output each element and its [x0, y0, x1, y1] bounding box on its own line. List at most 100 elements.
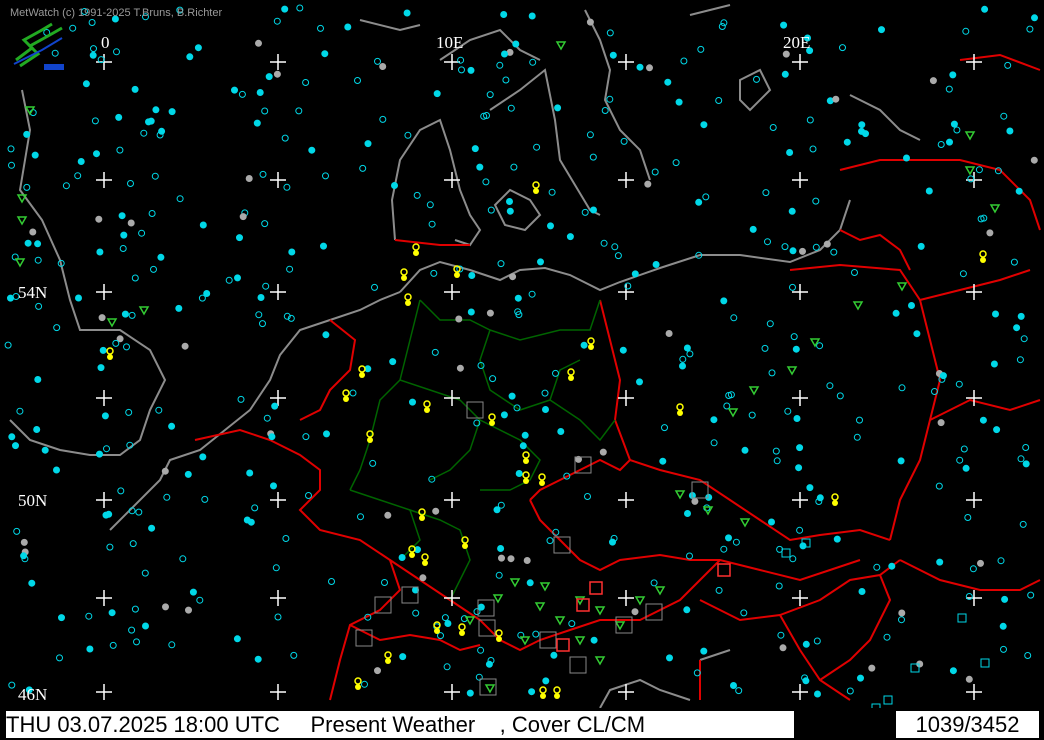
station-circle-icon [502, 76, 510, 84]
station-circle-icon [127, 219, 135, 227]
station-circle-icon [913, 330, 921, 338]
station-circle-icon [631, 608, 639, 616]
station-circle-icon [256, 89, 264, 96]
precip-symbol-icon [654, 586, 666, 596]
precip-symbol-icon [739, 518, 751, 528]
station-circle-icon [20, 538, 28, 546]
graticule-cross [444, 172, 460, 188]
station-circle-icon [691, 497, 699, 505]
station-circle-icon [764, 238, 771, 246]
station-circle-icon [255, 311, 263, 319]
station-circle-icon [96, 450, 103, 458]
station-circle-icon [898, 609, 906, 617]
station-circle-icon [929, 77, 937, 85]
station-circle-icon [148, 210, 156, 217]
graticule-cross [444, 284, 460, 300]
station-circle-icon [199, 453, 207, 461]
status-info: THU 03.07.2025 18:00 UTC Present Weather… [6, 711, 794, 738]
station-circle-icon [897, 457, 905, 465]
station-circle-icon [651, 168, 659, 176]
station-circle-icon [1004, 61, 1012, 69]
station-circle-icon [789, 555, 797, 563]
station-circle-icon [467, 308, 475, 316]
station-circle-icon [147, 117, 155, 125]
station-circle-icon [601, 107, 609, 114]
station-circle-icon [953, 126, 961, 134]
station-circle-icon [993, 426, 1001, 434]
station-circle-icon [88, 19, 96, 26]
precip-symbol-icon [534, 602, 546, 612]
station-circle-icon [500, 11, 508, 18]
precip-symbol-icon [484, 684, 496, 694]
station-circle-icon [379, 115, 387, 123]
station-circle-icon [1031, 14, 1038, 22]
precip-symbol-icon [492, 594, 504, 604]
station-circle-icon [789, 283, 796, 291]
station-circle-icon [816, 494, 824, 502]
station-circle-icon [542, 677, 550, 685]
graticule-cross [792, 590, 808, 606]
station-circle-icon [56, 654, 63, 662]
station-circle-icon [1026, 25, 1034, 33]
graticule-cross [270, 54, 286, 70]
station-circle-icon [354, 77, 361, 84]
station-circle-icon [519, 442, 527, 450]
station-circle-icon [846, 687, 854, 695]
station-circle-icon [772, 447, 780, 455]
station-circle-icon [1030, 156, 1038, 164]
station-circle-icon [789, 247, 797, 255]
station-circle-icon [781, 243, 789, 251]
station-circle-icon [163, 493, 171, 501]
station-circle-icon [399, 653, 407, 661]
station-circle-icon [509, 273, 517, 281]
station-circle-icon [965, 675, 973, 683]
station-circle-icon [1022, 460, 1030, 468]
station-circle-icon [730, 314, 738, 322]
station-circle-icon [686, 552, 693, 560]
station-circle-icon [41, 446, 49, 454]
station-circle-icon [441, 614, 449, 622]
station-circle-icon [529, 58, 537, 66]
station-circle-icon [432, 507, 440, 515]
station-circle-icon [532, 630, 540, 638]
station-circle-icon [194, 44, 202, 52]
station-circle-icon [466, 689, 474, 697]
station-circle-icon [715, 586, 723, 594]
station-circle-icon [161, 467, 169, 475]
station-circle-icon [788, 207, 796, 215]
station-circle-icon [964, 514, 972, 521]
station-circle-icon [908, 302, 915, 309]
station-circle-icon [720, 297, 728, 305]
station-circle-icon [962, 464, 970, 472]
station-circle-icon [814, 690, 821, 698]
station-circle-icon [239, 213, 247, 221]
station-circle-icon [843, 138, 851, 146]
station-circle-icon [566, 233, 574, 241]
shower-symbol-icon [522, 471, 530, 484]
station-circle-icon [323, 430, 330, 438]
station-circle-icon [1010, 258, 1018, 266]
station-circle-icon [389, 358, 397, 366]
station-circle-icon [1020, 335, 1028, 343]
weather-map-canvas[interactable] [0, 0, 1044, 708]
station-circle-icon [496, 61, 504, 69]
station-circle-icon [403, 9, 411, 17]
station-circle-icon [282, 535, 290, 542]
station-circle-icon [619, 346, 627, 354]
station-circle-icon [34, 376, 42, 383]
station-circle-icon [718, 23, 726, 30]
station-circle-icon [168, 422, 176, 430]
shower-symbol-icon [404, 293, 412, 306]
station-circle-icon [391, 182, 398, 189]
station-circle-icon [786, 149, 794, 156]
station-circle-icon [199, 221, 207, 229]
station-circle-icon [1006, 127, 1014, 135]
station-circle-icon [233, 635, 241, 643]
lat-label-46n: 46N [18, 685, 48, 704]
station-circle-icon [547, 222, 554, 230]
station-circle-icon [568, 620, 576, 628]
station-circle-icon [600, 239, 608, 247]
station-circle-icon [935, 482, 943, 490]
graticule-cross [444, 684, 460, 700]
graticule-cross [270, 590, 286, 606]
